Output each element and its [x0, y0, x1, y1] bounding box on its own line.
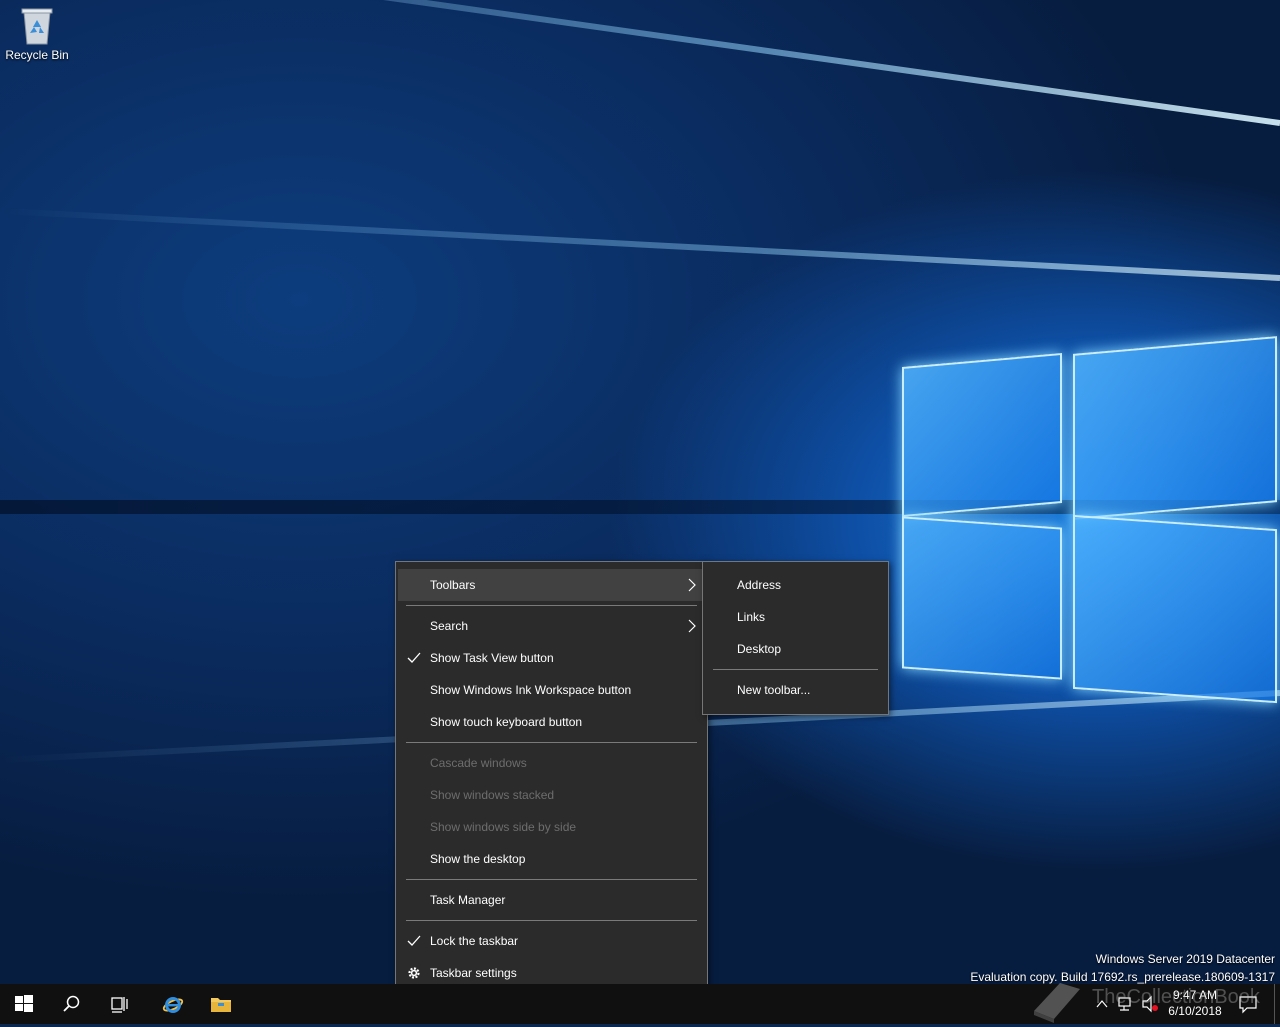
start-button[interactable] [0, 984, 48, 1024]
menu-item-label: Task Manager [430, 893, 506, 907]
menu-item-show-touch-keyboard-button[interactable]: Show touch keyboard button [398, 706, 705, 738]
menu-item-show-the-desktop[interactable]: Show the desktop [398, 843, 705, 875]
menu-item-task-manager[interactable]: Task Manager [398, 884, 705, 916]
os-watermark: Windows Server 2019 Datacenter Evaluatio… [970, 950, 1275, 986]
watermark-edition: Windows Server 2019 Datacenter [1095, 952, 1275, 966]
menu-item-label: Search [430, 619, 469, 633]
menu-separator [406, 879, 697, 880]
chevron-right-icon [687, 569, 697, 601]
submenu-item-label: Desktop [737, 642, 782, 656]
taskbar: 9:47 AM 6/10/2018 [0, 984, 1280, 1024]
submenu-item-links[interactable]: Links [705, 601, 886, 633]
book-logo-icon [1034, 983, 1080, 1023]
recycle-bin-label: Recycle Bin [5, 48, 69, 62]
menu-item-label: Lock the taskbar [430, 934, 519, 948]
toolbars-submenu: Address Links Desktop New toolbar... [702, 561, 889, 715]
submenu-item-address[interactable]: Address [705, 569, 886, 601]
task-view-icon [111, 997, 128, 1013]
menu-item-show-task-view-button[interactable]: Show Task View button [398, 642, 705, 674]
recycle-bin-icon[interactable]: Recycle Bin [2, 6, 72, 62]
internet-explorer-icon [162, 997, 184, 1013]
folder-icon [211, 998, 231, 1012]
overlay-logo-text: TheCollectionBook [1092, 986, 1260, 1008]
menu-item-show-ink-workspace-button[interactable]: Show Windows Ink Workspace button [398, 674, 705, 706]
task-view-button[interactable] [96, 984, 144, 1024]
menu-item-toolbars[interactable]: Toolbars [398, 569, 705, 601]
menu-item-label: Show the desktop [430, 852, 526, 866]
menu-item-show-windows-stacked: Show windows stacked [398, 779, 705, 811]
menu-item-lock-the-taskbar[interactable]: Lock the taskbar [398, 925, 705, 957]
menu-item-label: Show windows side by side [430, 820, 577, 834]
taskbar-context-menu: Toolbars Search Show Task View button Sh… [395, 561, 708, 998]
checkmark-icon [406, 925, 422, 957]
menu-item-label: Show windows stacked [430, 788, 555, 802]
show-desktop-button[interactable] [1274, 984, 1280, 1024]
checkmark-icon [406, 642, 422, 674]
submenu-item-new-toolbar[interactable]: New toolbar... [705, 674, 886, 706]
recycle-bin-image [20, 6, 54, 45]
submenu-item-label: Address [737, 578, 782, 592]
internet-explorer-button[interactable] [148, 984, 196, 1024]
menu-item-search[interactable]: Search [398, 610, 705, 642]
menu-item-cascade-windows: Cascade windows [398, 747, 705, 779]
windows-logo-icon [15, 995, 33, 1012]
menu-item-show-windows-side-by-side: Show windows side by side [398, 811, 705, 843]
search-icon [63, 995, 80, 1012]
submenu-item-label: Links [737, 610, 766, 624]
menu-item-label: Show Windows Ink Workspace button [430, 683, 632, 697]
menu-item-label: Show Task View button [430, 651, 554, 665]
menu-item-label: Cascade windows [430, 756, 527, 770]
menu-item-label: Toolbars [430, 578, 476, 592]
search-button[interactable] [48, 984, 96, 1024]
file-explorer-button[interactable] [196, 984, 244, 1024]
menu-separator [406, 605, 697, 606]
menu-separator [406, 742, 697, 743]
menu-separator [713, 669, 878, 670]
submenu-item-desktop[interactable]: Desktop [705, 633, 886, 665]
menu-item-label: Show touch keyboard button [430, 715, 583, 729]
submenu-item-label: New toolbar... [737, 683, 811, 697]
menu-separator [406, 920, 697, 921]
chevron-right-icon [687, 610, 697, 642]
